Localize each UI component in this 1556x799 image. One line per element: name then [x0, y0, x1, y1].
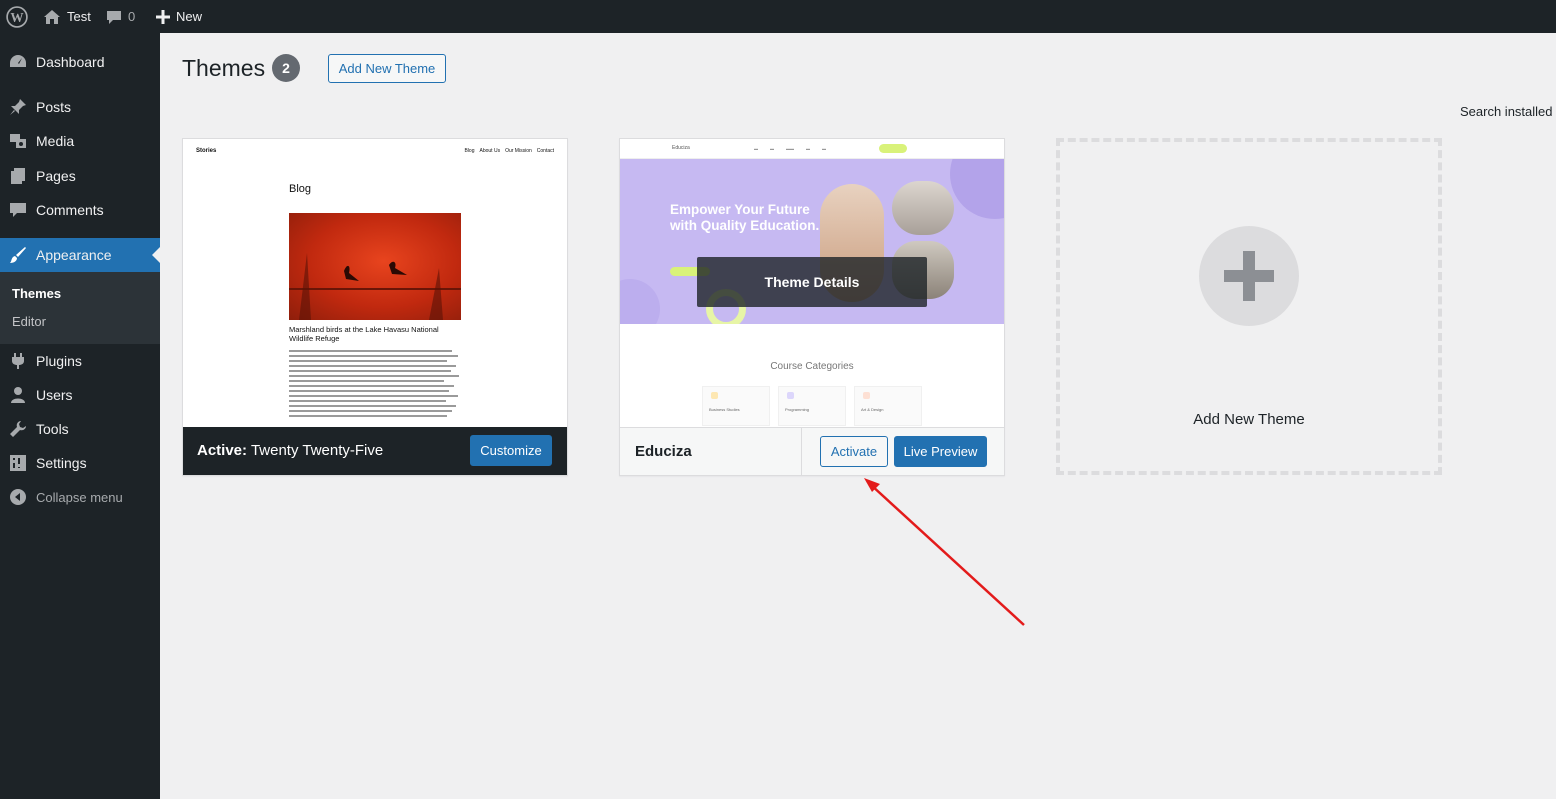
screenshot-nav: ▬ ▬ ▬▬ ▬ ▬: [754, 146, 826, 151]
sidebar-item-label: Pages: [36, 168, 76, 184]
wrench-icon: [0, 420, 36, 438]
annotation-arrow-icon: [864, 478, 1025, 626]
theme-screenshot[interactable]: Educiza ▬ ▬ ▬▬ ▬ ▬ Empower Your Future with …: [620, 139, 1004, 427]
add-new-theme-button[interactable]: Add New Theme: [328, 54, 446, 83]
screenshot-logo: Educiza: [672, 145, 690, 151]
screenshot-section-title: Course Categories: [770, 361, 854, 372]
admin-sidebar: Dashboard Posts Media Pages Comments App…: [0, 33, 160, 799]
search-installed-themes-label: Search installed t: [1460, 104, 1556, 119]
screenshot-site-title: Stories: [196, 148, 217, 154]
screenshot-category-card: Business Studies: [702, 386, 770, 426]
comments-count: 0: [128, 9, 136, 24]
dashboard-icon: [0, 53, 36, 71]
theme-count-badge: 2: [272, 54, 300, 82]
theme-bar-active: Active: Twenty Twenty-Five Customize: [183, 427, 567, 475]
birds-silhouette-icon: [289, 253, 461, 320]
sidebar-item-label: Media: [36, 133, 75, 149]
theme-screenshot[interactable]: Stories Blog About Us Our Mission Contac…: [183, 139, 567, 427]
sidebar-item-label: Tools: [36, 421, 69, 437]
screenshot-nav-item: Contact: [536, 148, 554, 154]
screenshot-hero-title: Empower Your Future with Quality Educati…: [670, 202, 820, 233]
comments-link[interactable]: 0: [106, 0, 135, 33]
screenshot-nav-item: About Us: [479, 148, 501, 154]
plugin-icon: [0, 352, 36, 370]
screenshot-post-title: Marshland birds at the Lake Havasu Natio…: [289, 325, 439, 343]
add-new-theme-label: Add New Theme: [1193, 411, 1305, 428]
svg-text:W: W: [10, 9, 23, 24]
comments-icon: [0, 201, 36, 219]
paintbrush-icon: [0, 246, 36, 264]
sidebar-item-plugins[interactable]: Plugins: [0, 344, 160, 378]
screenshot-header: Educiza ▬ ▬ ▬▬ ▬ ▬: [620, 139, 1004, 159]
theme-name: Twenty Twenty-Five: [250, 442, 384, 459]
actions-divider: [801, 428, 802, 475]
site-name-link[interactable]: Test: [43, 0, 91, 33]
sidebar-item-label: Appearance: [36, 247, 112, 263]
submenu-item-editor[interactable]: Editor: [12, 314, 46, 329]
sidebar-item-label: Settings: [36, 455, 87, 471]
active-prefix: Active:: [197, 442, 248, 459]
sidebar-item-label: Users: [36, 387, 73, 403]
screenshot-category-card: Programming: [778, 386, 846, 426]
sidebar-item-comments[interactable]: Comments: [0, 193, 160, 227]
sidebar-item-label: Dashboard: [36, 54, 105, 70]
theme-name: Educiza: [635, 443, 692, 460]
sidebar-item-label: Comments: [36, 202, 104, 218]
admin-bar: W Test 0 New: [0, 0, 1556, 33]
sidebar-item-settings[interactable]: Settings: [0, 446, 160, 480]
screenshot-post-body: [289, 350, 461, 420]
new-label: New: [176, 9, 203, 24]
screenshot-category-card: Art & Design: [854, 386, 922, 426]
collapse-menu-label: Collapse menu: [36, 489, 123, 505]
sidebar-item-label: Posts: [36, 99, 72, 115]
page-title: Themes: [182, 55, 266, 81]
activate-button[interactable]: Activate: [820, 436, 888, 467]
sidebar-item-label: Plugins: [36, 353, 82, 369]
screenshot-student-photo: [892, 181, 954, 235]
wordpress-logo-icon: W: [6, 5, 28, 28]
wordpress-logo-button[interactable]: W: [6, 0, 28, 33]
home-icon: [44, 9, 60, 24]
screenshot-nav-item: Blog: [464, 148, 475, 154]
media-icon: [0, 132, 36, 150]
customize-button[interactable]: Customize: [470, 435, 552, 466]
comment-bubble-icon: [107, 10, 121, 24]
sidebar-item-dashboard[interactable]: Dashboard: [0, 45, 160, 79]
pin-icon: [0, 98, 36, 116]
screenshot-heading: Blog: [289, 183, 312, 195]
settings-icon: [0, 454, 36, 472]
add-new-theme-card[interactable]: Add New Theme: [1056, 138, 1442, 475]
theme-card-twenty-twenty-five[interactable]: Stories Blog About Us Our Mission Contac…: [182, 138, 568, 476]
live-preview-button[interactable]: Live Preview: [894, 436, 987, 467]
screenshot-bird-image: [289, 213, 461, 320]
theme-details-button[interactable]: Theme Details: [697, 257, 927, 307]
sidebar-item-pages[interactable]: Pages: [0, 159, 160, 193]
screenshot-categories-section: Course Categories Business Studies Progr…: [620, 324, 1004, 427]
users-icon: [0, 386, 36, 404]
sidebar-item-media[interactable]: Media: [0, 124, 160, 158]
theme-card-educiza[interactable]: Educiza ▬ ▬ ▬▬ ▬ ▬ Empower Your Future with …: [619, 138, 1005, 476]
sidebar-item-tools[interactable]: Tools: [0, 412, 160, 446]
new-content-link[interactable]: New: [156, 0, 202, 33]
sidebar-item-appearance[interactable]: Appearance: [0, 238, 160, 272]
screenshot-nav: Blog About Us Our Mission Contact: [464, 148, 554, 154]
screenshot-nav-item: Our Mission: [505, 148, 532, 154]
theme-bar-inactive: Educiza Activate Live Preview: [620, 427, 1004, 475]
pages-icon: [0, 167, 36, 185]
sidebar-item-users[interactable]: Users: [0, 378, 160, 412]
site-name: Test: [67, 9, 91, 24]
appearance-submenu: Themes Editor: [0, 272, 160, 344]
collapse-menu-button[interactable]: Collapse menu: [0, 480, 160, 514]
collapse-arrow-icon: [0, 488, 36, 506]
active-theme-name: Active: Twenty Twenty-Five: [197, 442, 383, 459]
screenshot-login-pill: [879, 144, 907, 153]
sidebar-item-posts[interactable]: Posts: [0, 90, 160, 124]
plus-icon: [156, 9, 170, 24]
add-plus-icon: [1199, 226, 1299, 326]
submenu-item-themes[interactable]: Themes: [12, 286, 61, 301]
